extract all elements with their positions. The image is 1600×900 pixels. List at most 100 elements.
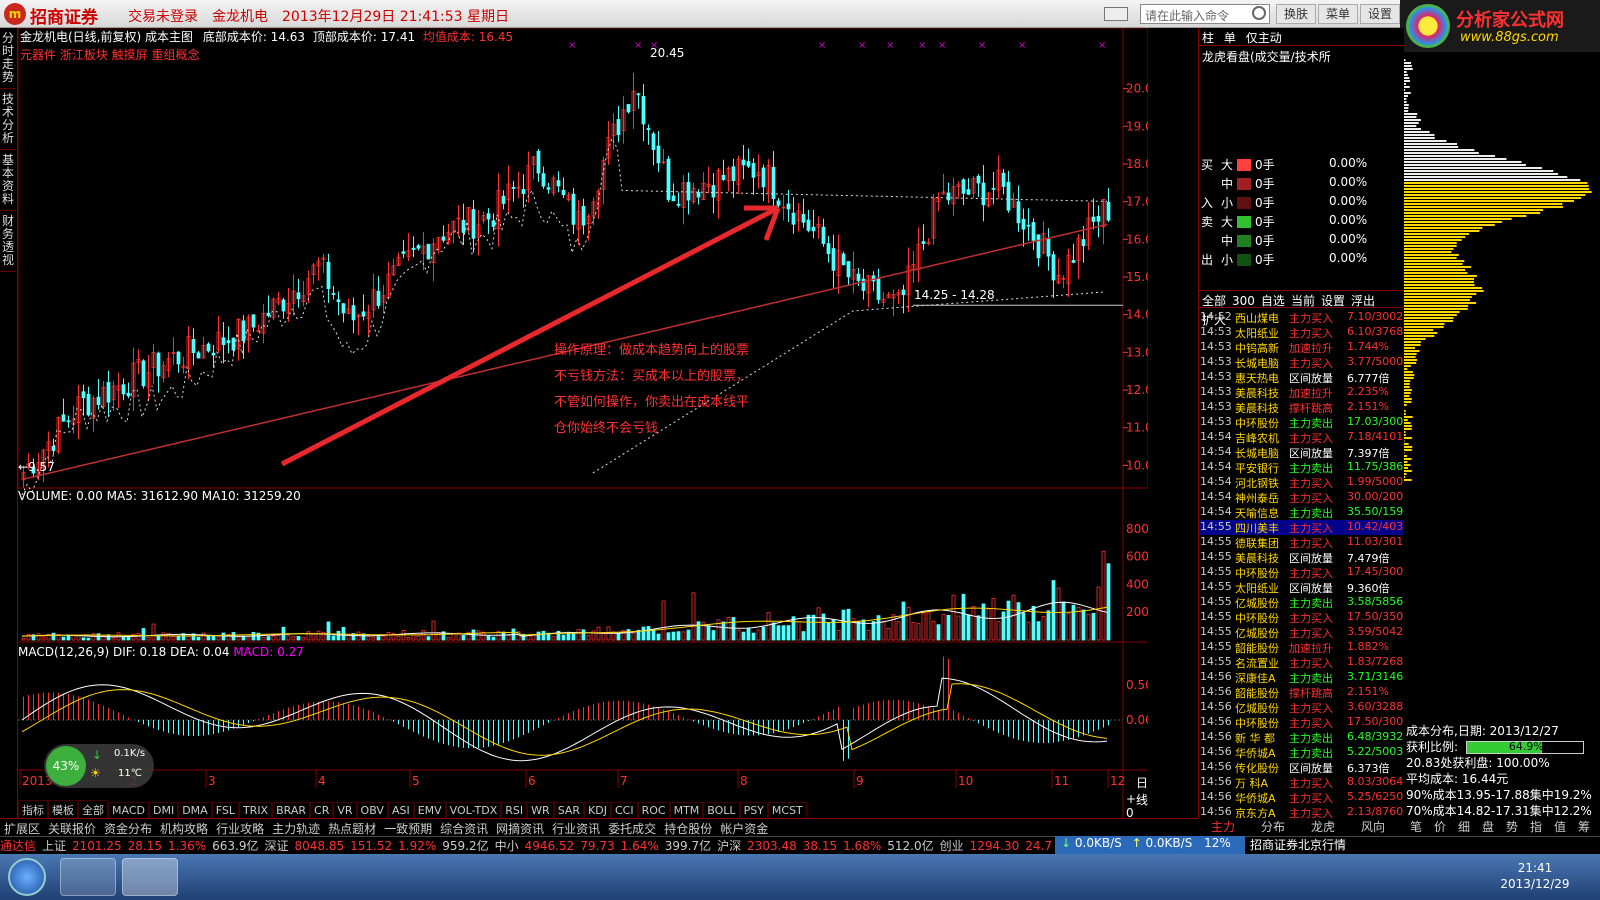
- filter-4[interactable]: 设置: [1318, 291, 1348, 310]
- right-bottom-tab[interactable]: 主力: [1198, 818, 1248, 835]
- right-bottom-tab[interactable]: 龙虎: [1298, 818, 1348, 835]
- filter-1[interactable]: 300: [1229, 293, 1258, 309]
- cost-tab[interactable]: 价: [1428, 818, 1452, 835]
- tick-row[interactable]: 14:56 亿城股份 主力买入 3.60/3288: [1199, 700, 1405, 715]
- indicator-tab-brar[interactable]: BRAR: [272, 802, 311, 819]
- indicator-tab-macd[interactable]: MACD: [108, 802, 149, 819]
- concept-tags[interactable]: 元器件 浙江板块 触摸屏 重组概念: [20, 46, 199, 63]
- indicator-tab-rsi[interactable]: RSI: [501, 802, 528, 819]
- cost-tab[interactable]: 指: [1524, 818, 1548, 835]
- buy-sell-row: 入小 0手 0.00%: [1199, 194, 1405, 213]
- tick-row[interactable]: 14:56 新 华 都 主力卖出 6.48/3932: [1199, 730, 1405, 745]
- tick-row[interactable]: 14:55 德联集团 主力买入 11.03/3010: [1199, 535, 1410, 550]
- indicator-tab-mtm[interactable]: MTM: [669, 802, 704, 819]
- cost-tab[interactable]: 筹: [1572, 818, 1596, 835]
- cost-tab[interactable]: 值: [1548, 818, 1572, 835]
- tab-single[interactable]: 单: [1221, 28, 1239, 47]
- tick-row[interactable]: 14:53 长城电脑 主力买入 3.77/5000: [1199, 355, 1405, 370]
- tick-row[interactable]: 14:56 韶能股份 撑杆跳高 2.151%: [1199, 685, 1405, 700]
- chart-area[interactable]: 20.00 19.00 18.00 17.00 16.00 15.00 14.00 13.00…: [18, 28, 1148, 820]
- indicator-tab-指标[interactable]: 指标: [18, 800, 48, 820]
- tick-row[interactable]: 14:55 名流置业 主力买入 1.83/7268: [1199, 655, 1405, 670]
- nav-financial[interactable]: 财务透视: [0, 211, 16, 272]
- tick-row[interactable]: 14:55 美晨科技 区间放量 7.479倍: [1199, 550, 1405, 565]
- tick-row[interactable]: 14:53 美晨科技 撑杆跳高 2.151%: [1199, 400, 1405, 415]
- tick-row[interactable]: 14:55 亿城股份 主力卖出 3.58/5856: [1199, 595, 1405, 610]
- indicator-tab-sar[interactable]: SAR: [553, 802, 585, 819]
- tick-row[interactable]: 14:55 四川美丰 主力买入 10.42/4033: [1199, 520, 1410, 535]
- menu-button[interactable]: 菜单: [1318, 4, 1358, 24]
- tab-bar[interactable]: 柱: [1199, 28, 1217, 47]
- tick-row[interactable]: 14:55 中环股份 主力买入 17.45/3000: [1199, 565, 1410, 580]
- settings-button[interactable]: 设置: [1360, 4, 1400, 24]
- filter-0[interactable]: 全部: [1199, 291, 1229, 310]
- indicator-tab-vr[interactable]: VR: [333, 802, 357, 819]
- zszq-app-icon[interactable]: [122, 858, 178, 896]
- search-icon[interactable]: [1252, 6, 1266, 20]
- tick-row[interactable]: 14:54 神州泰岳 主力买入 30.00/2003: [1199, 490, 1410, 505]
- indicator-tab-emv[interactable]: EMV: [413, 802, 446, 819]
- tick-row[interactable]: 14:53 中环股份 主力卖出 17.03/3000: [1199, 415, 1410, 430]
- indicator-tab-asi[interactable]: ASI: [387, 802, 414, 819]
- tick-row[interactable]: 14:53 惠天热电 区间放量 6.777倍: [1199, 370, 1405, 385]
- indicator-tab-dmi[interactable]: DMI: [148, 802, 179, 819]
- tab-active-only[interactable]: 仅主动: [1243, 28, 1285, 47]
- indicator-tab-trix[interactable]: TRIX: [238, 802, 273, 819]
- tick-row[interactable]: 14:56 中环股份 主力买入 17.50/3000: [1199, 715, 1410, 730]
- tick-row[interactable]: 14:56 万 科A 主力买入 8.03/3064: [1199, 775, 1405, 790]
- tick-row[interactable]: 14:54 河北钢铁 主力买入 1.99/5000: [1199, 475, 1405, 490]
- right-bottom-tab[interactable]: 分布: [1248, 818, 1298, 835]
- indicator-tab-cr[interactable]: CR: [310, 802, 334, 819]
- indicator-tab-全部[interactable]: 全部: [78, 800, 108, 820]
- indicator-tab-cci[interactable]: CCI: [610, 802, 638, 819]
- tick-row[interactable]: 14:54 长城电脑 区间放量 7.397倍: [1199, 445, 1405, 460]
- nav-fundamental[interactable]: 基本资料: [0, 150, 16, 211]
- indicator-tab-模板[interactable]: 模板: [48, 800, 78, 820]
- indicator-tab-kdj[interactable]: KDJ: [584, 802, 611, 819]
- tick-row[interactable]: 14:55 韶能股份 加速拉升 1.882%: [1199, 640, 1405, 655]
- start-button[interactable]: [8, 858, 46, 896]
- tick-row[interactable]: 14:56 华侨城A 主力买入 5.25/6250: [1199, 790, 1405, 805]
- cost-tab[interactable]: 势: [1500, 818, 1524, 835]
- indicator-tab-vol-tdx[interactable]: VOL-TDX: [445, 802, 502, 819]
- tick-row[interactable]: 14:56 深康佳A 主力卖出 3.71/3146: [1199, 670, 1405, 685]
- tick-row[interactable]: 14:56 华侨城A 主力卖出 5.22/5003: [1199, 745, 1405, 760]
- tick-row[interactable]: 14:54 天喻信息 主力卖出 35.50/1599: [1199, 505, 1410, 520]
- indicator-tab-fsl[interactable]: FSL: [211, 802, 239, 819]
- ie-app-icon[interactable]: [60, 858, 116, 896]
- nav-intraday[interactable]: 分时走势: [0, 28, 16, 89]
- tick-row[interactable]: 14:55 中环股份 主力买入 17.50/3500: [1199, 610, 1410, 625]
- keyboard-icon[interactable]: [1104, 7, 1128, 21]
- tick-row[interactable]: 14:54 平安银行 主力卖出 11.75/3869: [1199, 460, 1410, 475]
- cost-tab[interactable]: 细: [1452, 818, 1476, 835]
- indicator-tab-dma[interactable]: DMA: [178, 802, 212, 819]
- indicator-tab-boll[interactable]: BOLL: [703, 802, 740, 819]
- indicator-tab-roc[interactable]: ROC: [637, 802, 670, 819]
- cost-tab[interactable]: 笔: [1404, 818, 1428, 835]
- tick-row[interactable]: 14:54 吉峰农机 主力买入 7.18/4101: [1199, 430, 1405, 445]
- tick-row[interactable]: 14:53 太阳纸业 主力买入 6.10/3768: [1199, 325, 1405, 340]
- nav-technical[interactable]: 技术分析: [0, 89, 16, 150]
- right-bottom-tab[interactable]: 风向: [1348, 818, 1398, 835]
- login-status[interactable]: 交易未登录: [128, 6, 198, 26]
- filter-3[interactable]: 当前: [1288, 291, 1318, 310]
- cost-tab[interactable]: 盘: [1476, 818, 1500, 835]
- ad-logo[interactable]: 分析家公式网 www.88gs.com: [1400, 0, 1600, 52]
- tick-row[interactable]: 14:55 太阳纸业 区间放量 9.360倍: [1199, 580, 1405, 595]
- indicator-tab-psy[interactable]: PSY: [739, 802, 768, 819]
- indicator-tab-mcst[interactable]: MCST: [767, 802, 807, 819]
- skin-button[interactable]: 换肤: [1276, 4, 1316, 24]
- tick-row[interactable]: 14:52 西山煤电 主力买入 7.10/3002: [1199, 310, 1405, 325]
- tick-row[interactable]: 14:53 美晨科技 加速拉升 2.235%: [1199, 385, 1405, 400]
- tab-dragon-tiger[interactable]: 龙虎看盘(成交量/技术所: [1199, 47, 1334, 66]
- indicator-tab-obv[interactable]: OBV: [356, 802, 388, 819]
- clock[interactable]: 21:41 2013/12/29: [1500, 860, 1570, 892]
- filter-5[interactable]: 浮出: [1348, 291, 1378, 310]
- indicator-tab-wr[interactable]: WR: [527, 802, 554, 819]
- weather-widget[interactable]: 43% ↓ 0.1K/s ☀ 11℃: [44, 744, 154, 788]
- filter-2[interactable]: 自选: [1258, 291, 1288, 310]
- tick-row[interactable]: 14:53 中钨高新 加速拉升 1.744%: [1199, 340, 1405, 355]
- tick-row[interactable]: 14:55 亿城股份 主力买入 3.59/5042: [1199, 625, 1405, 640]
- command-input[interactable]: 请在此输入命令: [1140, 4, 1270, 24]
- tick-row[interactable]: 14:56 传化股份 区间放量 6.373倍: [1199, 760, 1405, 775]
